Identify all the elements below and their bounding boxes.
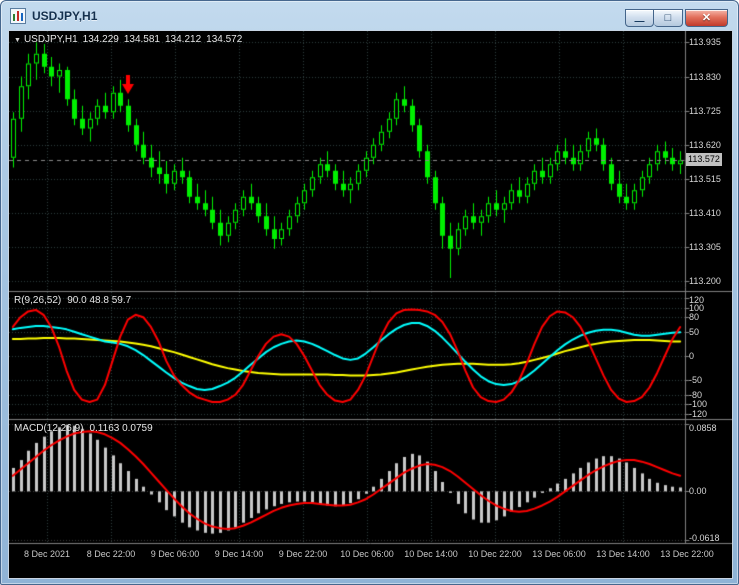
maximize-button[interactable]: □ xyxy=(654,9,683,27)
chart-client-area[interactable]: ▼ USDJPY,H1 134.229 134.581 134.212 134.572 R… xyxy=(8,30,733,579)
close-icon: ✕ xyxy=(701,11,712,24)
window-title: USDJPY,H1 xyxy=(32,9,98,23)
window-controls: — □ ✕ xyxy=(625,9,728,27)
mt4-chart-window: USDJPY,H1 — □ ✕ ▼ USDJPY,H1 134.229 134.581… xyxy=(0,0,739,585)
minimize-button[interactable]: — xyxy=(625,9,654,27)
chart-canvas[interactable] xyxy=(9,31,732,578)
close-button[interactable]: ✕ xyxy=(685,9,728,27)
maximize-icon: □ xyxy=(664,11,672,24)
chart-window-icon xyxy=(10,8,26,24)
titlebar[interactable]: USDJPY,H1 — □ ✕ xyxy=(1,1,738,31)
